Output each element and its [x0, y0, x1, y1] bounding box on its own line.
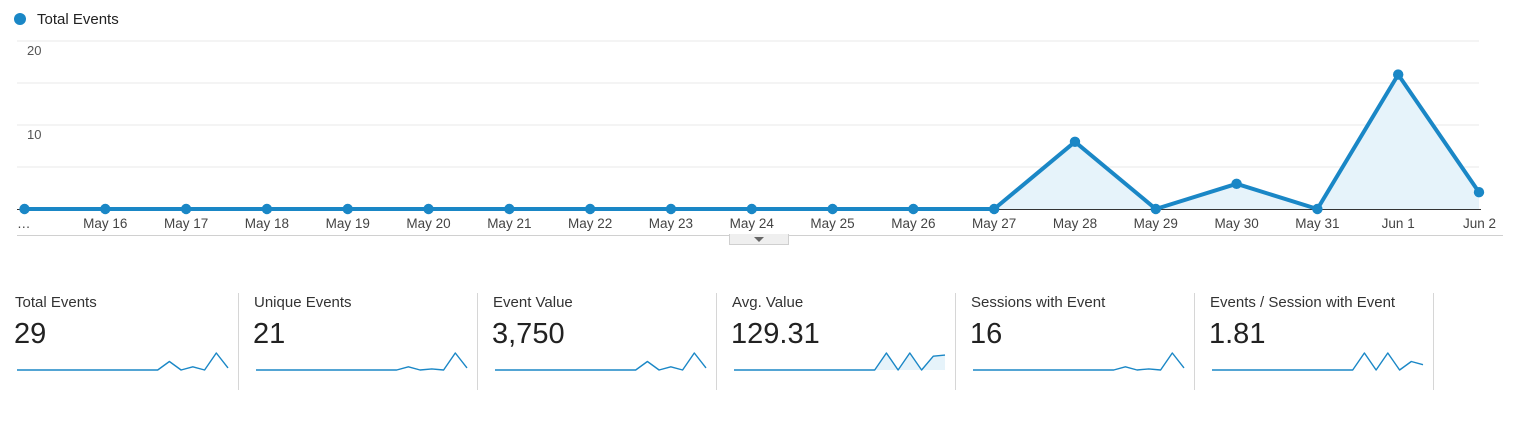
data-point — [19, 203, 30, 215]
x-tick-label: May 25 — [810, 216, 854, 231]
sparkline-area — [734, 353, 945, 370]
sparkline — [495, 352, 707, 371]
data-point — [827, 203, 838, 215]
metric-summary-row: Total Events 29 Unique Events 21 Event V… — [0, 293, 1524, 390]
metric-label: Avg. Value — [732, 294, 804, 311]
x-tick-label: May 23 — [649, 216, 693, 231]
x-tick-label: May 17 — [164, 216, 208, 231]
metric-value: 21 — [253, 318, 286, 350]
y-tick-label: 10 — [27, 127, 41, 142]
metric-value: 29 — [14, 318, 47, 350]
data-point — [1392, 69, 1404, 80]
data-point — [180, 203, 192, 215]
data-point — [1231, 178, 1242, 189]
sparkline-path — [1212, 352, 1424, 371]
sparkline — [734, 352, 946, 371]
metric-unique-events[interactable]: Unique Events 21 — [239, 293, 478, 390]
metric-label: Sessions with Event — [971, 294, 1106, 311]
data-point — [665, 203, 677, 215]
data-point — [908, 203, 919, 215]
data-point — [100, 203, 111, 215]
data-point — [342, 203, 353, 215]
series-area — [24, 74, 1479, 209]
sparkline-path — [256, 352, 468, 371]
data-point — [423, 203, 434, 215]
metric-value: 129.31 — [731, 318, 820, 350]
x-tick-label: May 30 — [1214, 216, 1258, 231]
data-point — [988, 203, 1000, 215]
metric-value: 1.81 — [1209, 318, 1266, 350]
metric-event-value[interactable]: Event Value 3,750 — [478, 293, 717, 390]
x-tick-label: … — [17, 216, 31, 231]
line-area-chart: 20 10 … May 16 May 17 May 18 May 19 May 20 May 2… — [17, 40, 1503, 236]
chevron-down-icon — [754, 236, 764, 242]
metric-label: Event Value — [493, 294, 573, 311]
metric-total-events[interactable]: Total Events 29 — [0, 293, 239, 390]
x-tick-label: May 18 — [245, 216, 289, 231]
x-tick-label: May 28 — [1053, 216, 1097, 231]
data-point — [261, 203, 273, 215]
x-tick-label: May 31 — [1295, 216, 1339, 231]
data-point — [746, 203, 757, 215]
sparkline — [1212, 352, 1424, 371]
x-tick-label: May 22 — [568, 216, 612, 231]
data-point — [584, 203, 596, 215]
data-point — [1312, 203, 1323, 215]
metric-avg-value[interactable]: Avg. Value 129.31 — [717, 293, 956, 390]
sparkline — [17, 352, 229, 371]
y-tick-label: 20 — [27, 43, 41, 58]
metric-label: Events / Session with Event — [1210, 294, 1396, 311]
metric-value: 3,750 — [492, 318, 565, 350]
data-point — [1150, 203, 1161, 215]
metric-events-per-session[interactable]: Events / Session with Event 1.81 — [1195, 293, 1434, 390]
series-line — [24, 72, 1481, 211]
x-tick-label: May 16 — [83, 216, 127, 231]
sparkline — [256, 352, 468, 371]
chart-collapse-toggle[interactable] — [729, 234, 789, 245]
metric-label: Total Events — [15, 294, 97, 311]
sparkline — [973, 352, 1185, 371]
metric-label: Unique Events — [254, 294, 352, 311]
data-point — [504, 203, 515, 215]
x-tick-label: May 19 — [326, 216, 370, 231]
metric-sessions-with-event[interactable]: Sessions with Event 16 — [956, 293, 1195, 390]
data-point — [1473, 187, 1485, 198]
data-point — [1069, 136, 1081, 147]
x-tick-label: May 21 — [487, 216, 531, 231]
sparkline-path — [973, 352, 1185, 371]
sparkline-path — [495, 352, 707, 371]
x-tick-label: May 27 — [972, 216, 1016, 231]
x-tick-label: May 20 — [406, 216, 450, 231]
metric-value: 16 — [970, 318, 1003, 350]
x-tick-label: May 29 — [1134, 216, 1178, 231]
x-tick-label: Jun 1 — [1382, 216, 1415, 231]
sparkline-path — [17, 352, 229, 371]
x-tick-label: May 24 — [730, 216, 775, 231]
x-tick-label: May 26 — [891, 216, 935, 231]
x-tick-label: Jun 2 — [1463, 216, 1496, 231]
